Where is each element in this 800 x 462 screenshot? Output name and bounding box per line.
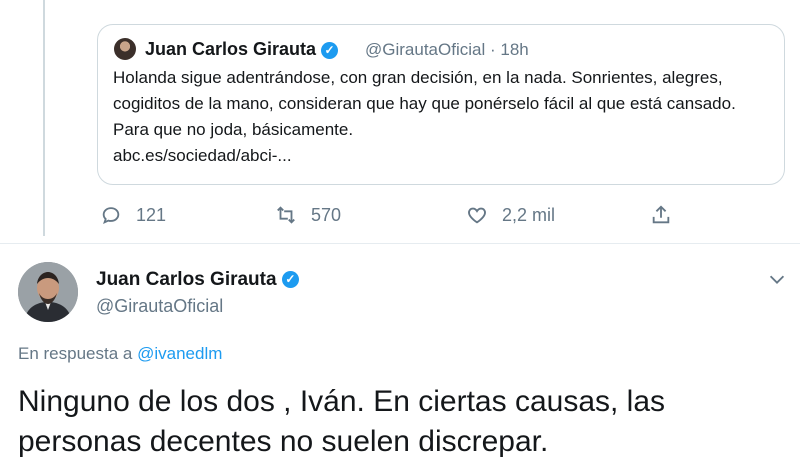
author-photo [18, 262, 78, 322]
retweet-count: 570 [311, 204, 342, 225]
quoted-tweet-card[interactable]: Juan Carlos Girauta ✓ @GirautaOficial · … [97, 24, 785, 185]
quoted-tweet-text: Holanda sigue adentrándose, con gran dec… [113, 65, 773, 169]
quoted-author-name[interactable]: Juan Carlos Girauta ✓ [145, 39, 339, 60]
tweet-text: Ninguno de los dos , Iván. En ciertas ca… [18, 385, 666, 458]
author-name-text[interactable]: Juan Carlos Girauta [96, 269, 277, 290]
quoted-tweet-link[interactable]: abc.es/sociedad/abci-... [113, 146, 292, 165]
meta-separator: · [489, 40, 496, 59]
quoted-tweet-body: Holanda sigue adentrándose, con gran dec… [113, 68, 736, 139]
reply-icon [102, 207, 120, 225]
reply-action[interactable]: 121 [100, 204, 166, 226]
quoted-author-meta: @GirautaOficial · 18h [365, 40, 529, 60]
like-count: 2,2 mil [502, 204, 556, 225]
tweet-actions-bar: 121 570 2,2 mil [0, 204, 800, 236]
quoted-author-name-text[interactable]: Juan Carlos Girauta [145, 39, 316, 59]
author-name[interactable]: Juan Carlos Girauta ✓ [96, 269, 299, 291]
reply-prefix: En respuesta a [18, 344, 133, 363]
reply-count: 121 [136, 204, 167, 225]
reply-mention-link[interactable]: @ivanedlm [137, 344, 222, 363]
verified-badge-icon: ✓ [281, 271, 299, 289]
quoted-author-avatar[interactable] [114, 38, 136, 60]
thread-connector-line [43, 0, 45, 236]
verified-badge-icon: ✓ [321, 41, 339, 59]
chevron-down-icon[interactable] [766, 268, 788, 290]
share-action[interactable] [650, 204, 672, 226]
author-avatar[interactable] [18, 262, 78, 322]
reply-context: En respuesta a @ivanedlm [18, 344, 222, 364]
author-handle[interactable]: @GirautaOficial [96, 296, 223, 317]
share-icon [652, 205, 670, 224]
quoted-author-handle[interactable]: @GirautaOficial [365, 40, 485, 59]
heart-icon [468, 207, 486, 224]
retweet-action[interactable]: 570 [275, 204, 341, 226]
retweet-icon [277, 206, 295, 224]
tweet-divider [0, 243, 800, 244]
quoted-tweet-time[interactable]: 18h [500, 40, 528, 59]
like-action[interactable]: 2,2 mil [466, 204, 555, 226]
